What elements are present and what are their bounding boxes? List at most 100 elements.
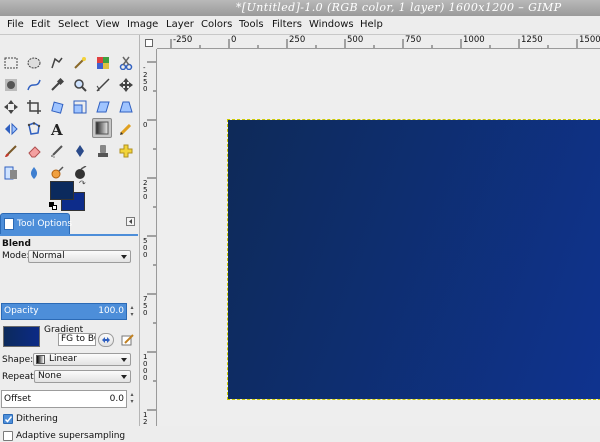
shape-label-visible: Shape:	[2, 355, 34, 365]
menu-view[interactable]: View	[96, 19, 120, 31]
chevron-down-icon	[121, 358, 127, 362]
quick-mask-toggle-icon[interactable]	[145, 39, 153, 47]
paths-icon[interactable]	[24, 75, 44, 95]
heal-icon[interactable]	[116, 141, 136, 161]
ruler-label: 0	[143, 121, 148, 129]
ruler-label: 0	[231, 35, 237, 45]
offset-field[interactable]: Offset 0.0	[1, 390, 127, 408]
fuzzy-select-icon[interactable]	[70, 53, 90, 73]
offset-label: Offset	[4, 394, 32, 404]
edit-gradient-icon[interactable]	[121, 334, 134, 346]
opacity-slider[interactable]: Opacity 100.0	[1, 303, 127, 320]
clone-icon[interactable]	[93, 141, 113, 161]
chevron-down-icon	[121, 375, 127, 379]
reverse-icon	[102, 337, 110, 343]
ruler-label: 1250	[143, 411, 148, 427]
crop-icon[interactable]	[24, 97, 44, 117]
gradient-preview[interactable]	[3, 326, 40, 347]
mode-label: Mode:	[2, 251, 30, 261]
ink-icon[interactable]	[70, 141, 90, 161]
perspective-icon[interactable]	[116, 97, 136, 117]
mode-select[interactable]: Normal	[28, 250, 131, 263]
ruler-label: 250	[143, 179, 148, 201]
tab-tool-options[interactable]: Tool Options	[0, 213, 72, 235]
smudge-icon[interactable]	[24, 163, 44, 183]
ruler-label: 500	[143, 237, 148, 259]
blend-icon[interactable]	[92, 118, 112, 138]
ruler-label: 1500	[579, 35, 600, 45]
ruler-label: 750	[405, 35, 422, 45]
window-titlebar[interactable]: *[Untitled]-1.0 (RGB color, 1 layer) 160…	[0, 0, 600, 16]
menu-image[interactable]: Image	[127, 19, 158, 31]
ruler-label: -250	[173, 35, 193, 45]
measure-icon[interactable]	[93, 75, 113, 95]
ruler-label: 750	[143, 295, 148, 317]
shape-value: Linear	[49, 354, 77, 364]
adaptive-supersampling-checkbox[interactable]	[3, 431, 13, 441]
text-icon[interactable]: A	[47, 119, 67, 139]
tool-grid: A	[0, 35, 140, 180]
canvas-viewport[interactable]	[158, 50, 600, 426]
opacity-spinner[interactable]: ▴ ▾	[128, 304, 136, 319]
gradient-name-field[interactable]: FG to BG (RGB)	[58, 333, 96, 346]
flip-icon[interactable]	[1, 119, 21, 139]
paintbrush-icon[interactable]	[1, 141, 21, 161]
ruler-label: 1000	[143, 353, 148, 382]
menu-file[interactable]: File	[7, 19, 24, 31]
mode-value: Normal	[32, 251, 65, 261]
rect-select-icon[interactable]	[1, 53, 21, 73]
repeat-label: Repeat:	[2, 372, 37, 382]
menu-layer[interactable]: Layer	[166, 19, 194, 31]
pencil-icon[interactable]	[116, 119, 136, 139]
ruler-label: 500	[347, 35, 364, 45]
align-icon[interactable]	[1, 97, 21, 117]
ruler-label: 1250	[521, 35, 543, 45]
ruler-label: -250	[143, 64, 148, 93]
dithering-checkbox[interactable]	[3, 414, 13, 424]
opacity-label: Opacity	[4, 306, 39, 316]
shear-icon[interactable]	[93, 97, 113, 117]
chevron-down-icon	[121, 255, 127, 259]
foreground-select-icon[interactable]	[1, 75, 21, 95]
swap-colors-icon[interactable]: ↷	[79, 180, 86, 188]
tab-divider	[0, 234, 138, 236]
move-icon[interactable]	[116, 75, 136, 95]
offset-value: 0.0	[109, 394, 124, 404]
ellipse-select-icon[interactable]	[24, 53, 44, 73]
menu-help[interactable]: Help	[360, 19, 383, 31]
menu-filters[interactable]: Filters	[272, 19, 302, 31]
horizontal-ruler[interactable]: -250 0 250 500 750 1000 1250 1500	[157, 35, 600, 49]
reverse-gradient-button[interactable]	[98, 333, 114, 347]
cage-transform-icon[interactable]	[24, 119, 44, 139]
image-canvas[interactable]	[227, 119, 600, 400]
scale-icon[interactable]	[70, 97, 90, 117]
scissors-icon[interactable]	[116, 53, 136, 73]
toolbox-panel: A ↷ Tool Options Blend Mode: Normal Opac…	[0, 35, 140, 441]
menu-select[interactable]: Select	[58, 19, 89, 31]
menu-tools[interactable]: Tools	[239, 19, 264, 31]
free-select-icon[interactable]	[47, 53, 67, 73]
menu-windows[interactable]: Windows	[309, 19, 354, 31]
color-select-icon[interactable]	[93, 53, 113, 73]
offset-spinner[interactable]: ▴ ▾	[128, 391, 136, 406]
foreground-color-swatch[interactable]	[50, 181, 74, 200]
zoom-icon[interactable]	[70, 75, 90, 95]
menubar: File Edit Select View Image Layer Colors…	[0, 16, 600, 35]
tab-menu-arrow-icon[interactable]	[126, 217, 135, 226]
color-picker-icon[interactable]	[47, 75, 67, 95]
opacity-value: 100.0	[98, 306, 124, 316]
menu-edit[interactable]: Edit	[31, 19, 50, 31]
gradient-value: FG to BG (RGB)	[61, 334, 95, 344]
ruler-label: 1000	[463, 35, 485, 45]
shape-select[interactable]: Linear	[33, 353, 131, 366]
repeat-select[interactable]: None	[34, 370, 131, 383]
airbrush-icon[interactable]	[47, 141, 67, 161]
tool-options-icon	[4, 218, 14, 230]
perspective-clone-icon[interactable]	[1, 163, 21, 183]
vertical-ruler[interactable]: -250 0 250 500 750 1000 1250	[141, 49, 157, 426]
svg-text:A: A	[50, 122, 63, 136]
menu-colors[interactable]: Colors	[201, 19, 232, 31]
default-colors-icon[interactable]	[49, 202, 57, 210]
rotate-icon[interactable]	[47, 97, 67, 117]
eraser-icon[interactable]	[24, 141, 44, 161]
